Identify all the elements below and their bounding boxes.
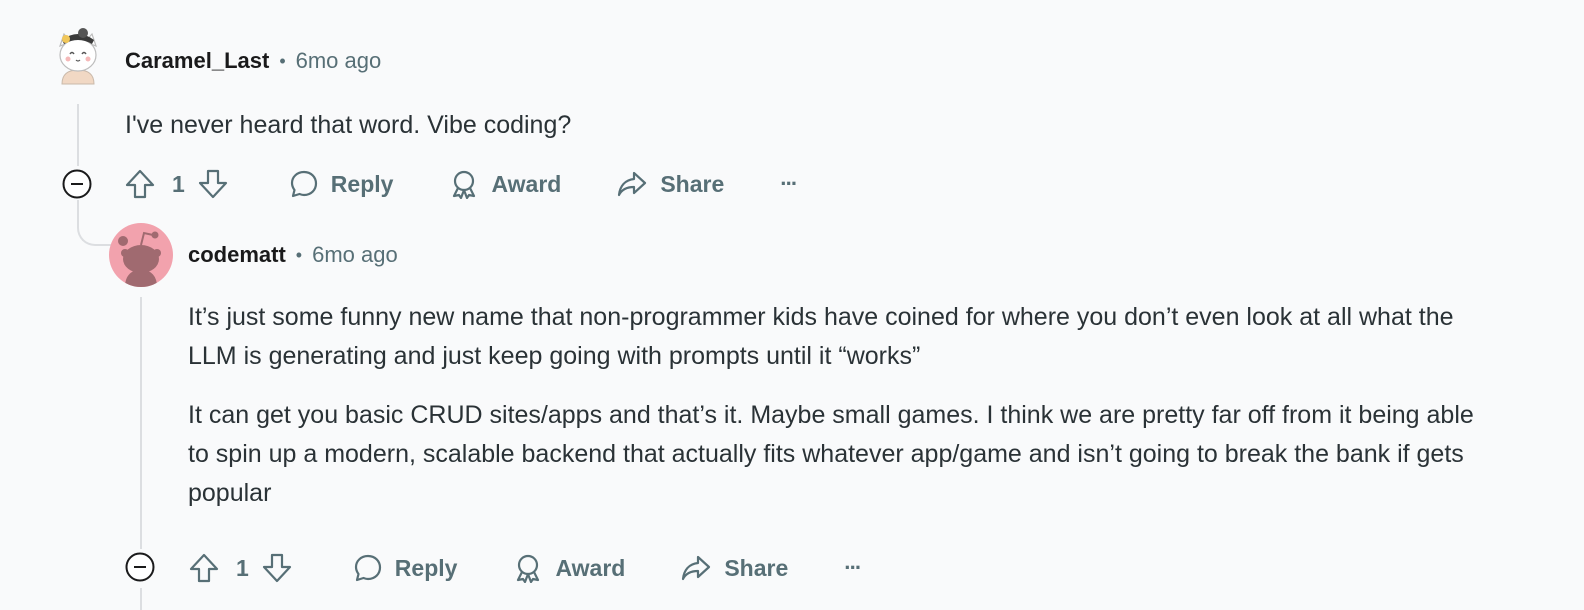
reply-button[interactable]: Reply bbox=[289, 169, 394, 199]
meta-separator: • bbox=[295, 244, 303, 265]
collapse-button[interactable] bbox=[125, 552, 155, 582]
meta-separator: • bbox=[279, 50, 286, 71]
cat-avatar-icon bbox=[59, 28, 97, 85]
more-icon: ··· bbox=[780, 171, 798, 196]
downvote-icon bbox=[198, 169, 227, 199]
author-name[interactable]: codematt bbox=[188, 242, 286, 268]
upvote-icon bbox=[125, 169, 155, 199]
thread-line-continuation bbox=[140, 588, 142, 610]
award-label: Award bbox=[555, 554, 626, 581]
more-icon: ··· bbox=[844, 555, 862, 580]
snoo-avatar-icon bbox=[118, 231, 161, 287]
upvote-button[interactable] bbox=[124, 168, 156, 200]
comment-actions: 1 Reply Award Share ··· bbox=[188, 548, 862, 588]
reply-button[interactable]: Reply bbox=[353, 553, 458, 583]
avatar[interactable] bbox=[109, 223, 173, 287]
author-name[interactable]: Caramel_Last bbox=[125, 48, 269, 74]
collapse-icon bbox=[125, 552, 155, 582]
thread-line-caramel[interactable] bbox=[77, 104, 79, 166]
comment-timestamp[interactable]: 6mo ago bbox=[296, 48, 382, 74]
award-button[interactable]: Award bbox=[513, 553, 625, 583]
award-icon bbox=[517, 554, 540, 583]
upvote-button[interactable] bbox=[188, 552, 220, 584]
more-options-button[interactable]: ··· bbox=[844, 555, 862, 581]
reply-icon bbox=[290, 170, 317, 198]
share-label: Share bbox=[724, 554, 789, 581]
downvote-icon bbox=[262, 553, 291, 583]
downvote-button[interactable] bbox=[197, 168, 229, 200]
comment-actions: 1 Reply Award Share ··· bbox=[124, 164, 798, 204]
vote-score: 1 bbox=[172, 170, 185, 197]
award-icon bbox=[453, 170, 476, 199]
reply-label: Reply bbox=[394, 554, 458, 581]
downvote-button[interactable] bbox=[261, 552, 293, 584]
share-icon bbox=[682, 555, 711, 581]
reply-icon bbox=[354, 554, 381, 582]
comment-body: It’s just some funny new name that non-p… bbox=[188, 298, 1488, 533]
comment-meta: Caramel_Last • 6mo ago bbox=[125, 46, 381, 76]
collapse-button[interactable] bbox=[62, 169, 92, 199]
share-icon bbox=[618, 171, 647, 197]
comment-meta: codematt • 6mo ago bbox=[188, 240, 398, 270]
award-button[interactable]: Award bbox=[449, 169, 561, 199]
thread-elbow-reply bbox=[77, 200, 113, 246]
comment-paragraph: It’s just some funny new name that non-p… bbox=[188, 303, 1454, 370]
thread-line-codematt[interactable] bbox=[140, 297, 142, 549]
comment-paragraph: I've never heard that word. Vibe coding? bbox=[125, 111, 572, 139]
comment-timestamp[interactable]: 6mo ago bbox=[312, 242, 398, 268]
share-label: Share bbox=[660, 170, 725, 197]
comment-paragraph: It can get you basic CRUD sites/apps and… bbox=[188, 401, 1474, 507]
more-options-button[interactable]: ··· bbox=[780, 171, 798, 197]
collapse-icon bbox=[62, 169, 92, 199]
award-label: Award bbox=[491, 170, 562, 197]
comment-body: I've never heard that word. Vibe coding? bbox=[125, 106, 1505, 165]
avatar[interactable] bbox=[52, 26, 104, 88]
share-button[interactable]: Share bbox=[616, 169, 724, 199]
reply-label: Reply bbox=[330, 170, 394, 197]
vote-score: 1 bbox=[236, 554, 249, 581]
upvote-icon bbox=[189, 553, 219, 583]
share-button[interactable]: Share bbox=[680, 553, 788, 583]
